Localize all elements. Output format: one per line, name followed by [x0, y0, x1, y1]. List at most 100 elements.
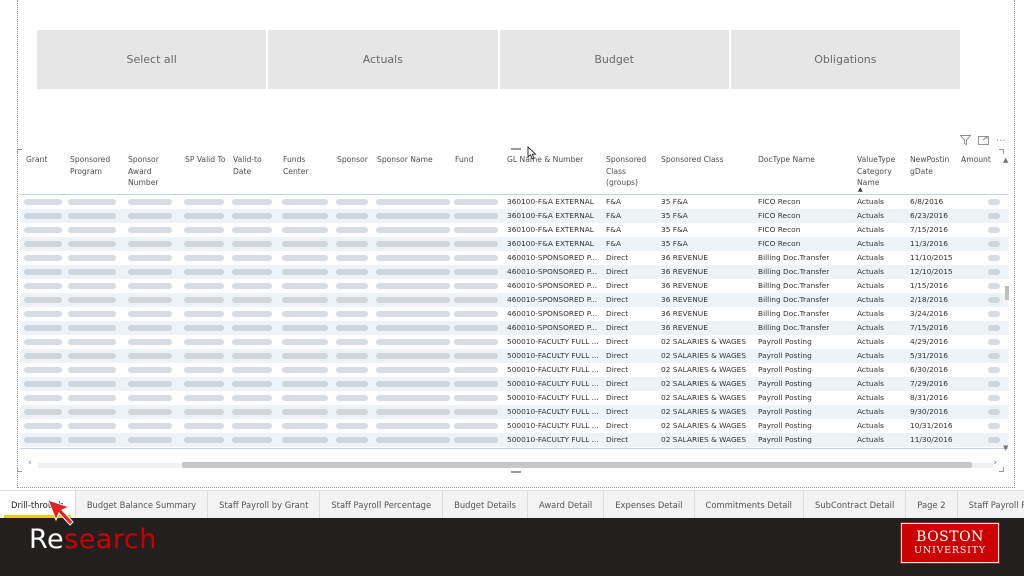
- redacted-cell: [376, 353, 450, 359]
- column-header-sponsor[interactable]: Sponsor: [337, 154, 373, 166]
- slicer-budget-button[interactable]: Budget: [499, 30, 729, 89]
- slicer-actuals-button[interactable]: Actuals: [268, 30, 498, 89]
- redacted-cell: [24, 367, 62, 373]
- focus-mode-icon[interactable]: [978, 135, 989, 148]
- table-row[interactable]: 360100-F&A EXTERNAL F&A 35 F&A FICO Recon Ac…: [20, 223, 1008, 237]
- column-header-sponsor-name[interactable]: Sponsor Name: [377, 154, 447, 166]
- page-tab-staff-payroll-percentage[interactable]: Staff Payroll Percentage: [320, 491, 444, 518]
- slicer-select-all-button[interactable]: Select all: [37, 30, 267, 89]
- vertical-scroll-thumb[interactable]: [1005, 286, 1009, 300]
- page-tab-budget-balance-summary[interactable]: Budget Balance Summary: [75, 491, 209, 518]
- cell-sponsored-class: 35 F&A: [661, 225, 688, 234]
- more-options-icon[interactable]: ···: [996, 136, 1006, 147]
- redacted-cell: [24, 283, 62, 289]
- redacted-cell: [988, 437, 1000, 443]
- table-row[interactable]: 460010-SPONSORED P... Direct 36 REVENUE Bil…: [20, 265, 1008, 279]
- cell-sponsored-class-groups: Direct: [606, 393, 629, 402]
- redacted-cell: [128, 241, 172, 247]
- table-row[interactable]: 360100-F&A EXTERNAL F&A 35 F&A FICO Recon Ac…: [20, 195, 1008, 209]
- cell-gl-name-number: 460010-SPONSORED P...: [507, 309, 598, 318]
- page-tab-staff-payroll-percentage[interactable]: Staff Payroll Percentage: [957, 491, 1024, 518]
- page-tab-subcontract-detail[interactable]: SubContract Detail: [804, 491, 907, 518]
- scroll-right-icon[interactable]: ›: [993, 458, 997, 468]
- scroll-up-icon[interactable]: ▲: [1003, 156, 1008, 164]
- table-row[interactable]: 500010-FACULTY FULL ... Direct 02 SALARIES…: [20, 405, 1008, 419]
- column-header-amount[interactable]: Amount: [961, 154, 1001, 166]
- redacted-cell: [282, 395, 328, 401]
- redacted-cell: [24, 213, 62, 219]
- redacted-cell: [184, 437, 224, 443]
- column-header-funds-center[interactable]: Funds Center: [283, 154, 323, 177]
- redacted-cell: [454, 423, 498, 429]
- vertical-scrollbar[interactable]: ▲ ▼: [1003, 156, 1011, 452]
- cell-newposting-date: 7/29/2016: [910, 379, 948, 388]
- scroll-left-icon[interactable]: ‹: [28, 458, 32, 468]
- horizontal-scrollbar[interactable]: ‹ ›: [20, 458, 1005, 470]
- table-row[interactable]: 460010-SPONSORED P... Direct 36 REVENUE Bil…: [20, 321, 1008, 335]
- cell-sponsored-class: 35 F&A: [661, 211, 688, 220]
- page-tab-staff-payroll-by-grant[interactable]: Staff Payroll by Grant: [208, 491, 321, 518]
- column-header-doctype-name[interactable]: DocType Name: [758, 154, 848, 166]
- redacted-cell: [184, 255, 224, 261]
- page-tab-expenses-detail[interactable]: Expenses Detail: [604, 491, 695, 518]
- redacted-cell: [232, 339, 272, 345]
- column-header-fund[interactable]: Fund: [455, 154, 495, 166]
- table-row[interactable]: 360100-F&A EXTERNAL F&A 35 F&A FICO Recon Ac…: [20, 237, 1008, 251]
- filter-icon[interactable]: [959, 135, 972, 148]
- cell-valuetype-category: Actuals: [857, 211, 885, 220]
- table-row[interactable]: 500010-FACULTY FULL ... Direct 02 SALARIES…: [20, 363, 1008, 377]
- redacted-cell: [128, 423, 172, 429]
- redacted-cell: [454, 395, 498, 401]
- table-row[interactable]: 500010-FACULTY FULL ... Direct 02 SALARIES…: [20, 419, 1008, 433]
- sort-ascending-icon: ▲: [858, 186, 863, 193]
- page-tab-award-detail[interactable]: Award Detail: [527, 491, 605, 518]
- column-header-sponsored-class-groups[interactable]: Sponsored Class (groups): [606, 154, 656, 189]
- column-header-sponsor-award-number[interactable]: Sponsor Award Number: [128, 154, 176, 189]
- cell-newposting-date: 6/8/2016: [910, 197, 944, 206]
- cell-doctype-name: FICO Recon: [758, 197, 801, 206]
- cell-newposting-date: 6/23/2016: [910, 211, 948, 220]
- cell-newposting-date: 10/31/2016: [910, 421, 953, 430]
- column-header-valuetype-category-name[interactable]: ValueType Category Name: [857, 154, 901, 189]
- redacted-cell: [336, 199, 368, 205]
- column-header-newposting-date[interactable]: NewPostin gDate: [910, 154, 954, 177]
- redacted-cell: [376, 297, 450, 303]
- page-tabs-bar: Drill-through Budget Balance Summary Staff…: [0, 490, 1024, 518]
- table-row[interactable]: 460010-SPONSORED P... Direct 36 REVENUE Bil…: [20, 307, 1008, 321]
- column-header-sp-valid-to[interactable]: SP Valid To: [185, 154, 231, 166]
- redacted-cell: [232, 297, 272, 303]
- cell-gl-name-number: 500010-FACULTY FULL ...: [507, 435, 599, 444]
- page-tab-page-2[interactable]: Page 2: [906, 491, 958, 518]
- visual-drag-handle-bottom[interactable]: [511, 471, 521, 473]
- table-row[interactable]: 460010-SPONSORED P... Direct 36 REVENUE Bil…: [20, 293, 1008, 307]
- table-row[interactable]: 360100-F&A EXTERNAL F&A 35 F&A FICO Recon Ac…: [20, 209, 1008, 223]
- slicer-obligations-button[interactable]: Obligations: [730, 30, 960, 89]
- cell-valuetype-category: Actuals: [857, 421, 885, 430]
- cell-valuetype-category: Actuals: [857, 281, 885, 290]
- table-row[interactable]: 500010-FACULTY FULL ... Direct 02 SALARIES…: [20, 391, 1008, 405]
- table-row[interactable]: 460010-SPONSORED P... Direct 36 REVENUE Bil…: [20, 251, 1008, 265]
- table-row[interactable]: 500010-FACULTY FULL ... Direct 02 SALARIES…: [20, 377, 1008, 391]
- table-row[interactable]: 500010-FACULTY FULL ... Direct 02 SALARIES…: [20, 349, 1008, 363]
- redacted-cell: [282, 283, 328, 289]
- cell-doctype-name: Billing Doc.Transfer: [758, 309, 830, 318]
- scroll-down-icon[interactable]: ▼: [1003, 444, 1008, 452]
- scroll-thumb[interactable]: [182, 462, 972, 468]
- redacted-cell: [282, 409, 328, 415]
- page-tab-budget-details[interactable]: Budget Details: [443, 491, 528, 518]
- column-header-sponsored-class[interactable]: Sponsored Class: [661, 154, 751, 166]
- cell-sponsored-class: 35 F&A: [661, 239, 688, 248]
- page-tab-commitments-detail[interactable]: Commitments Detail: [694, 491, 805, 518]
- cell-gl-name-number: 500010-FACULTY FULL ...: [507, 379, 599, 388]
- table-row[interactable]: 500010-FACULTY FULL ... Direct 02 SALARIES…: [20, 433, 1008, 447]
- column-header-valid-to-date[interactable]: Valid-to Date: [233, 154, 273, 177]
- redacted-cell: [184, 381, 224, 387]
- redacted-cell: [68, 423, 116, 429]
- cell-sponsored-class-groups: Direct: [606, 435, 629, 444]
- column-header-gl-name-number[interactable]: GL Name & Number: [507, 154, 602, 166]
- redacted-cell: [232, 437, 272, 443]
- table-row[interactable]: 460010-SPONSORED P... Direct 36 REVENUE Bil…: [20, 279, 1008, 293]
- column-header-grant[interactable]: Grant: [26, 154, 66, 166]
- table-row[interactable]: 500010-FACULTY FULL ... Direct 02 SALARIES…: [20, 335, 1008, 349]
- column-header-sponsored-program[interactable]: Sponsored Program: [70, 154, 122, 177]
